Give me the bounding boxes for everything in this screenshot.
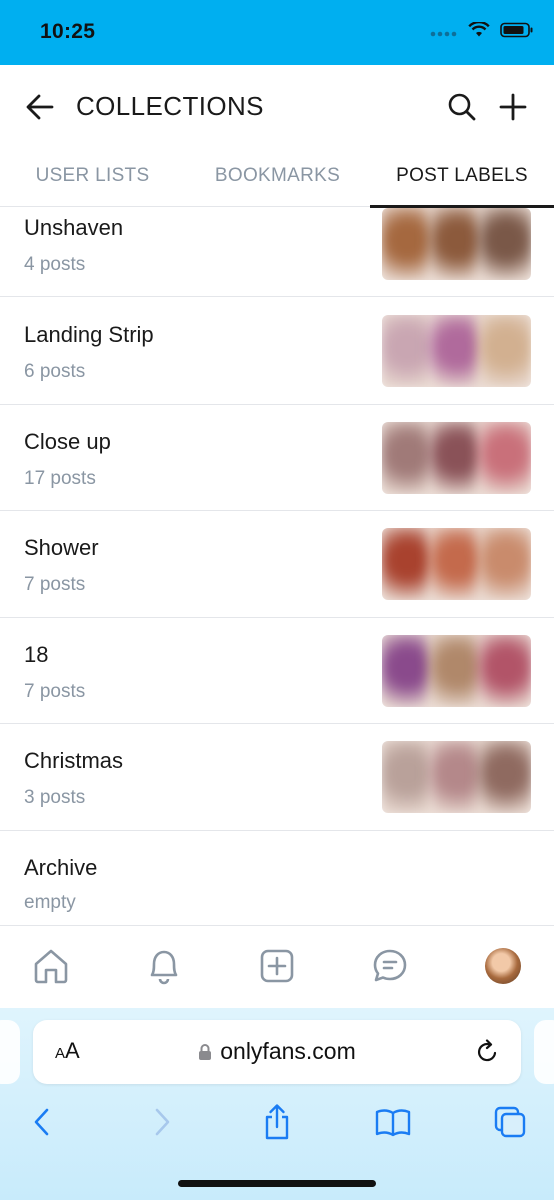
nav-notifications[interactable]: [140, 942, 188, 990]
label-count: 17 posts: [24, 468, 96, 489]
bookmarks-button[interactable]: [371, 1100, 415, 1144]
label-name: Archive: [24, 855, 98, 880]
label-thumbnails: [382, 422, 531, 494]
label-name: Close up: [24, 429, 111, 454]
address-bar[interactable]: AA onlyfans.com: [33, 1020, 521, 1084]
label-count: 7 posts: [24, 681, 86, 702]
status-icons: [430, 22, 534, 38]
label-thumbnail: [477, 528, 531, 600]
label-thumbnail: [477, 315, 531, 387]
label-name: Unshaven: [24, 215, 124, 240]
collection-tabs: USER LISTS BOOKMARKS POST LABELS: [0, 145, 554, 208]
label-thumbnail: [477, 741, 531, 813]
plus-icon: [499, 93, 527, 121]
back-button[interactable]: [20, 87, 60, 127]
bell-icon: [150, 950, 178, 985]
add-post-icon: [260, 949, 294, 983]
browser-back-button[interactable]: [20, 1100, 64, 1144]
arrow-left-icon: [26, 94, 54, 120]
reload-icon: [478, 1039, 497, 1062]
home-indicator[interactable]: [178, 1180, 376, 1187]
label-thumbnail: [477, 422, 531, 494]
label-thumbnails: [382, 635, 531, 707]
label-thumbnails: [382, 528, 531, 600]
tabs-icon: [494, 1106, 526, 1138]
label-count: empty: [24, 892, 76, 913]
header: COLLECTIONS: [0, 65, 554, 145]
tab-bookmarks[interactable]: BOOKMARKS: [185, 145, 370, 206]
back-icon: [34, 1108, 49, 1136]
add-label-button[interactable]: [493, 87, 533, 127]
list-item[interactable]: Shower 7 posts: [0, 511, 554, 618]
status-time: 10:25: [40, 20, 96, 43]
label-count: 3 posts: [24, 787, 86, 808]
reload-button[interactable]: [471, 1036, 503, 1068]
tab-post-labels[interactable]: POST LABELS: [370, 145, 554, 208]
bookmarks-icon: [375, 1109, 411, 1137]
next-tab-preview[interactable]: [534, 1020, 554, 1084]
list-item[interactable]: Christmas 3 posts: [0, 724, 554, 831]
signal-icon: [430, 31, 457, 37]
label-count: 4 posts: [24, 254, 86, 275]
tabs-button[interactable]: [488, 1100, 532, 1144]
list-item[interactable]: Unshaven 4 posts: [0, 207, 554, 297]
label-name: Landing Strip: [24, 322, 154, 347]
nav-messages[interactable]: [366, 942, 414, 990]
label-count: 7 posts: [24, 574, 86, 595]
list-item[interactable]: Close up 17 posts: [0, 405, 554, 511]
label-thumbnails: [382, 208, 531, 280]
label-thumbnail: [477, 208, 531, 280]
search-button[interactable]: [442, 87, 482, 127]
home-icon: [34, 949, 68, 984]
nav-new-post[interactable]: [253, 942, 301, 990]
status-bar: 10:25: [0, 0, 554, 65]
messages-icon: [373, 949, 407, 982]
label-count: 6 posts: [24, 361, 86, 382]
tab-user-lists[interactable]: USER LISTS: [0, 145, 185, 206]
label-name: 18: [24, 642, 49, 667]
list-item[interactable]: 18 7 posts: [0, 618, 554, 724]
battery-icon: [500, 22, 533, 38]
bottom-navigation: [0, 925, 554, 1007]
forward-icon: [155, 1108, 170, 1136]
list-item[interactable]: Landing Strip 6 posts: [0, 298, 554, 405]
share-icon: [265, 1104, 289, 1140]
share-button[interactable]: [255, 1100, 299, 1144]
label-name: Christmas: [24, 748, 124, 773]
label-thumbnails: [382, 315, 531, 387]
lock-icon: [199, 1043, 212, 1060]
previous-tab-preview[interactable]: [0, 1020, 20, 1084]
browser-chrome: AA onlyfans.com: [0, 1008, 554, 1200]
search-icon: [448, 93, 476, 121]
wifi-icon: [468, 22, 490, 37]
avatar: [485, 948, 521, 984]
page-title: COLLECTIONS: [76, 91, 264, 121]
list-item[interactable]: Archive empty: [0, 831, 554, 925]
label-name: Shower: [24, 535, 99, 560]
label-thumbnails: [382, 741, 531, 813]
nav-profile[interactable]: [479, 942, 527, 990]
url-display[interactable]: onlyfans.com: [33, 1038, 521, 1065]
nav-home[interactable]: [27, 942, 75, 990]
label-thumbnail: [477, 635, 531, 707]
post-labels-list: Unshaven 4 posts Landing Strip 6 posts C…: [0, 207, 554, 925]
url-text: onlyfans.com: [220, 1038, 356, 1064]
browser-forward-button[interactable]: [140, 1100, 184, 1144]
